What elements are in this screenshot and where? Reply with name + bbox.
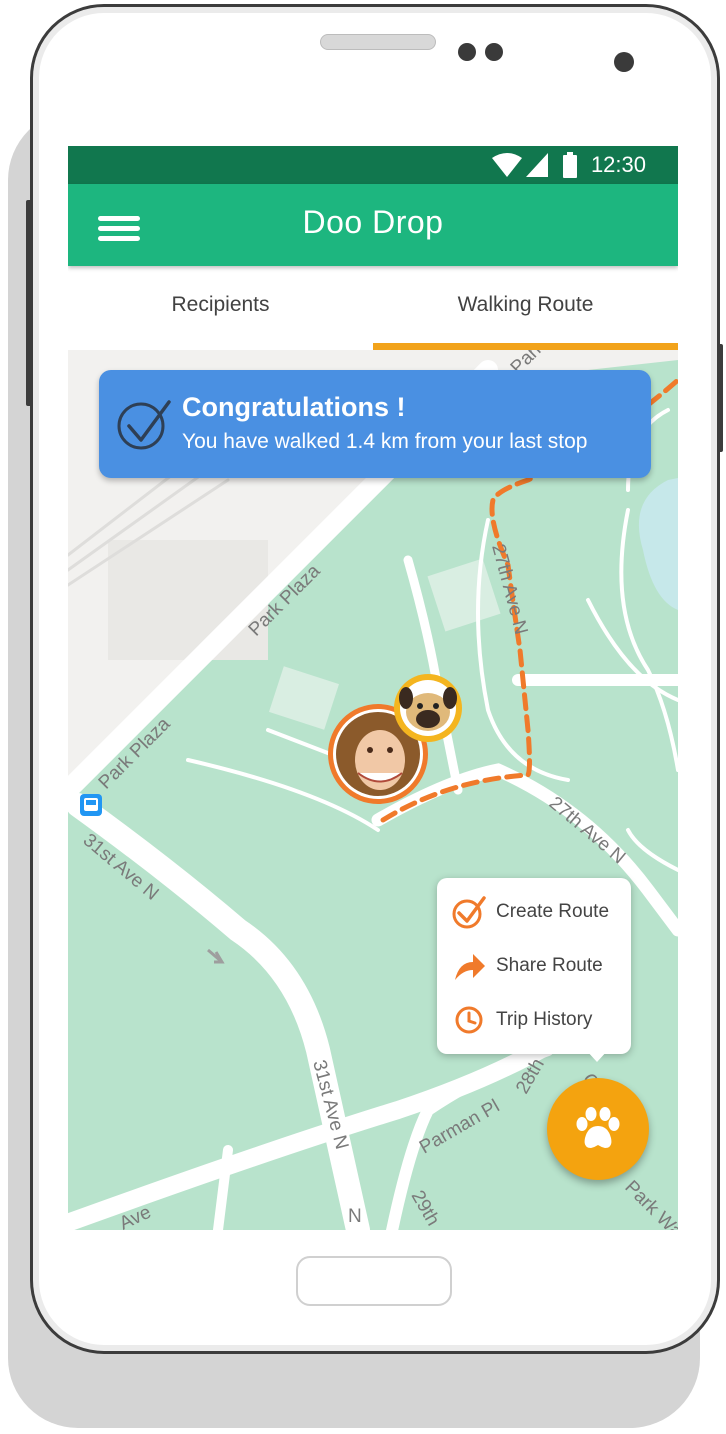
- banner-title: Congratulations !: [182, 392, 406, 422]
- bus-stop-marker[interactable]: [80, 794, 102, 816]
- tab-bar: Recipients Walking Route: [68, 266, 678, 350]
- route-options-menu: Create Route Share Route Trip History: [437, 878, 631, 1054]
- paw-icon: [576, 1107, 620, 1148]
- cell-signal-icon: [526, 153, 548, 177]
- create-route-label: Create Route: [496, 901, 610, 922]
- status-time: 12:30: [590, 152, 646, 177]
- street-label: N: [348, 1206, 362, 1227]
- paw-action-button[interactable]: [547, 1078, 649, 1180]
- share-arrow-icon: [455, 954, 485, 980]
- tab-walking-route[interactable]: Walking Route: [373, 266, 678, 350]
- home-button[interactable]: [296, 1256, 452, 1306]
- trip-history-label: Trip History: [496, 1009, 593, 1030]
- banner-message: You have walked 1.4 km from your last st…: [182, 430, 588, 453]
- share-route-label: Share Route: [496, 955, 603, 976]
- dog-avatar-marker[interactable]: [394, 674, 462, 742]
- status-bar: 12:30: [68, 146, 678, 184]
- light-sensor-icon: [614, 52, 634, 72]
- create-route-item[interactable]: Create Route: [451, 892, 627, 932]
- congratulations-banner: Congratulations ! You have walked 1.4 km…: [99, 370, 651, 478]
- check-circle-icon: [117, 400, 171, 450]
- wifi-icon: [492, 153, 522, 177]
- phone-speaker: [320, 34, 436, 50]
- clock-icon: [455, 1006, 483, 1034]
- app-bar: Doo Drop: [68, 184, 678, 266]
- app-title: Doo Drop: [302, 204, 444, 240]
- tab-recipients[interactable]: Recipients: [68, 266, 373, 350]
- trip-history-item[interactable]: Trip History: [451, 1000, 627, 1040]
- proximity-sensor-icon: [485, 43, 503, 61]
- app-screen: 12:30 Doo Drop Recipients Walking Route: [68, 146, 678, 1230]
- menu-pointer: [586, 1050, 608, 1062]
- check-icon: [452, 896, 486, 929]
- battery-icon: [563, 152, 577, 178]
- share-route-item[interactable]: Share Route: [451, 946, 627, 986]
- front-camera-icon: [458, 43, 476, 61]
